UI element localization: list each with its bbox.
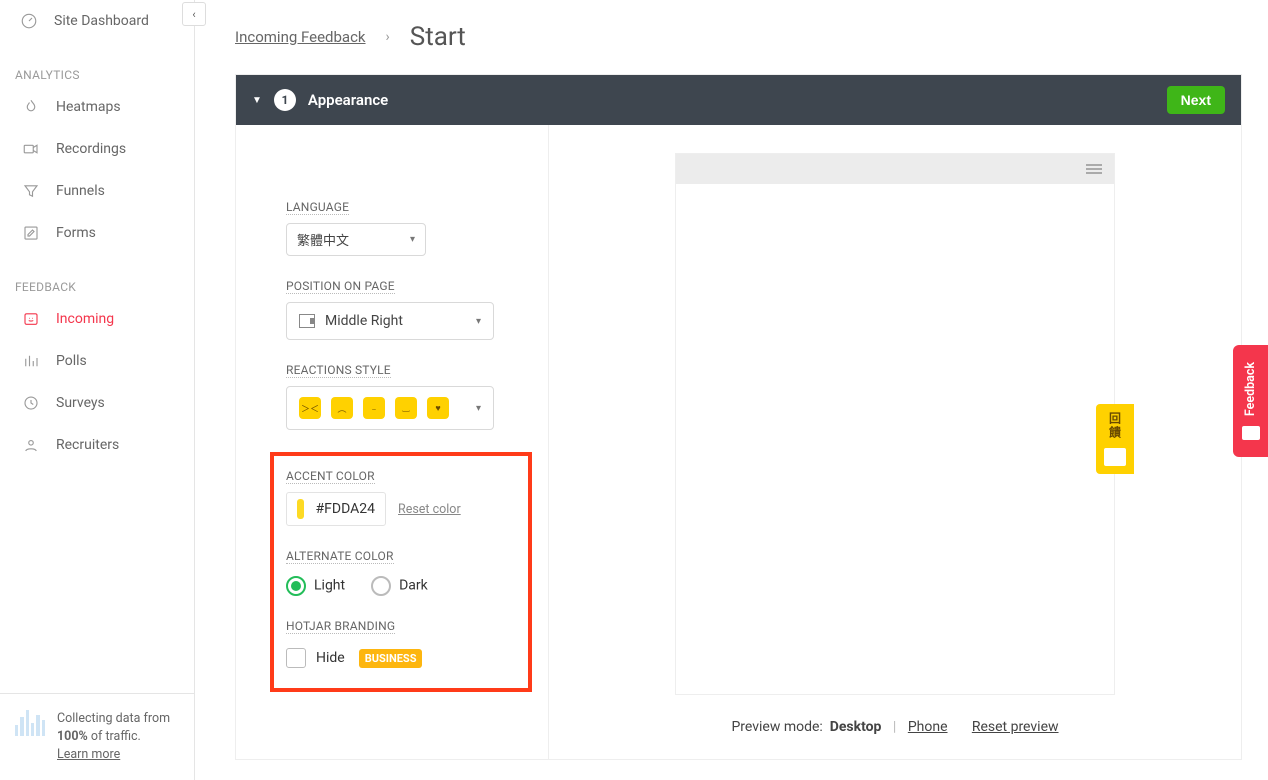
layout-icon	[299, 314, 315, 328]
preview-window: 回饋	[675, 153, 1115, 695]
feedback-widget-preview[interactable]: 回饋	[1096, 404, 1134, 474]
bars-icon	[15, 710, 45, 736]
sidebar: ‹ Site Dashboard ANALYTICS Heatmaps Reco…	[0, 0, 195, 780]
preview-pane: 回饋 Preview mode: Desktop | Phone Re	[549, 125, 1241, 759]
bar-chart-icon	[22, 352, 40, 370]
sidebar-item-forms[interactable]: Forms	[0, 212, 194, 254]
collector-status: Collecting data from 100% of traffic. Le…	[0, 693, 194, 780]
sidebar-item-funnels[interactable]: Funnels	[0, 170, 194, 212]
sidebar-item-heatmaps[interactable]: Heatmaps	[0, 86, 194, 128]
collapse-icon: ▼	[252, 95, 262, 106]
hide-branding-checkbox[interactable]: Hide BUSINESS	[286, 648, 422, 668]
emoji-row: ＞＜ ︵ ‥ ‿ ♥	[299, 397, 449, 419]
sidebar-item-polls[interactable]: Polls	[0, 340, 194, 382]
accent-color-label: ACCENT COLOR	[286, 469, 375, 484]
sidebar-item-label: Heatmaps	[56, 99, 121, 115]
sidebar-item-label: Polls	[56, 353, 87, 369]
sidebar-item-label: Surveys	[56, 395, 105, 411]
business-badge: BUSINESS	[359, 649, 423, 668]
emoji-angry-icon: ＞＜	[299, 397, 321, 419]
hide-label: Hide	[316, 650, 345, 666]
collector-pct: 100%	[57, 729, 88, 744]
branding-label: HOTJAR BRANDING	[286, 619, 395, 634]
preview-footer: Preview mode: Desktop | Phone Reset prev…	[549, 703, 1241, 759]
language-select[interactable]: 繁體中文 ▾	[286, 223, 426, 256]
alt-color-dark[interactable]: Dark	[371, 576, 428, 596]
wizard-step-header[interactable]: ▼ 1 Appearance Next	[236, 75, 1241, 125]
collector-line2: of traffic.	[88, 729, 141, 744]
position-select[interactable]: Middle Right ▾	[286, 302, 494, 340]
video-icon	[22, 140, 40, 158]
preview-mode-label: Preview mode:	[731, 719, 822, 735]
radio-on-icon	[286, 576, 306, 596]
clock-icon	[22, 394, 40, 412]
gauge-icon	[20, 12, 38, 30]
appearance-form: LANGUAGE 繁體中文 ▾ POSITION ON PAGE Middle …	[236, 125, 549, 759]
alternate-color-label: ALTERNATE COLOR	[286, 549, 394, 564]
accent-color-value: #FDDA24	[316, 501, 375, 517]
collector-line1: Collecting data from	[57, 711, 170, 726]
sidebar-item-label: Recruiters	[56, 437, 119, 453]
preview-mode-phone[interactable]: Phone	[908, 719, 948, 735]
sidebar-item-label: Forms	[56, 225, 96, 241]
wizard: ▼ 1 Appearance Next LANGUAGE 繁體中文 ▾	[235, 74, 1242, 760]
language-value: 繁體中文	[297, 230, 349, 249]
position-label: POSITION ON PAGE	[286, 279, 395, 294]
alt-color-light[interactable]: Light	[286, 576, 345, 596]
emoji-sad-icon: ︵	[331, 397, 353, 419]
hamburger-icon	[1086, 162, 1102, 176]
sidebar-item-dashboard[interactable]: Site Dashboard	[0, 0, 194, 42]
page-title: Start	[410, 22, 466, 52]
chevron-right-icon: ›	[386, 29, 390, 45]
collapse-sidebar-button[interactable]: ‹	[182, 2, 206, 26]
chevron-down-icon: ▾	[476, 316, 481, 327]
speech-bubble-icon	[1242, 426, 1260, 440]
step-title: Appearance	[308, 91, 1155, 109]
main: Incoming Feedback › Start ▼ 1 Appearance…	[195, 0, 1268, 780]
sidebar-item-label: Site Dashboard	[54, 13, 149, 29]
alt-dark-label: Dark	[399, 578, 428, 594]
alt-light-label: Light	[314, 578, 345, 594]
sidebar-item-recordings[interactable]: Recordings	[0, 128, 194, 170]
preview-mode-desktop[interactable]: Desktop	[830, 719, 882, 735]
feedback-side-tab[interactable]: Feedback	[1233, 345, 1268, 457]
reactions-label: REACTIONS STYLE	[286, 363, 391, 378]
step-number: 1	[274, 89, 296, 111]
sidebar-item-incoming[interactable]: Incoming	[0, 298, 194, 340]
nav-group-feedback: FEEDBACK	[0, 254, 194, 298]
language-label: LANGUAGE	[286, 200, 349, 215]
checkbox-icon	[286, 648, 306, 668]
accent-color-input[interactable]: #FDDA24	[286, 492, 386, 526]
sidebar-item-surveys[interactable]: Surveys	[0, 382, 194, 424]
chevron-down-icon: ▾	[476, 403, 481, 414]
sidebar-item-label: Recordings	[56, 141, 126, 157]
emoji-happy-icon: ‿	[395, 397, 417, 419]
color-swatch	[297, 499, 304, 519]
breadcrumb: Incoming Feedback › Start	[235, 12, 1242, 52]
sidebar-item-recruiters[interactable]: Recruiters	[0, 424, 194, 466]
smile-box-icon	[22, 310, 40, 328]
funnel-icon	[22, 182, 40, 200]
breadcrumb-back[interactable]: Incoming Feedback	[235, 28, 366, 46]
chevron-down-icon: ▾	[410, 234, 415, 245]
feedback-tab-label: Feedback	[1243, 362, 1258, 416]
widget-label: 回饋	[1107, 412, 1124, 440]
sidebar-item-label: Incoming	[56, 311, 114, 327]
position-value: Middle Right	[325, 313, 403, 329]
pencil-square-icon	[22, 224, 40, 242]
next-button[interactable]: Next	[1167, 86, 1225, 114]
highlighted-section: ACCENT COLOR #FDDA24 Reset color ALTERNA…	[270, 452, 532, 692]
nav-group-analytics: ANALYTICS	[0, 42, 194, 86]
flame-icon	[22, 98, 40, 116]
speech-bubble-icon	[1104, 448, 1126, 466]
radio-off-icon	[371, 576, 391, 596]
user-icon	[22, 436, 40, 454]
reset-preview-link[interactable]: Reset preview	[972, 719, 1059, 735]
reactions-select[interactable]: ＞＜ ︵ ‥ ‿ ♥ ▾	[286, 386, 494, 430]
emoji-love-icon: ♥	[427, 397, 449, 419]
sidebar-item-label: Funnels	[56, 183, 105, 199]
learn-more-link[interactable]: Learn more	[57, 747, 120, 762]
emoji-neutral-icon: ‥	[363, 397, 385, 419]
reset-color-link[interactable]: Reset color	[398, 502, 461, 517]
